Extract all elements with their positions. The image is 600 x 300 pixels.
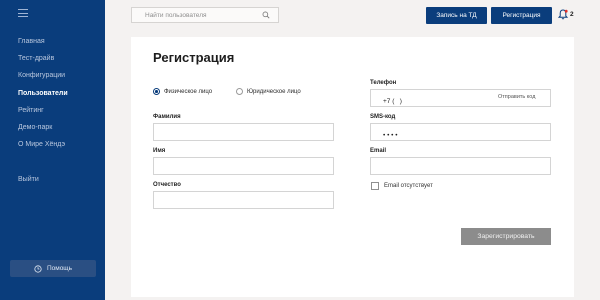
search-box	[131, 7, 279, 23]
send-code-link[interactable]: Отправить код	[498, 94, 535, 100]
sidebar-item-test-drive[interactable]: Тест-драйв	[18, 54, 68, 71]
sidebar-item-about[interactable]: О Мире Хёндэ	[18, 140, 68, 157]
firstname-field[interactable]	[154, 161, 333, 178]
search-icon[interactable]	[262, 11, 270, 19]
phone-label: Телефон	[370, 80, 397, 86]
radio-legal-entity-label: Юридическое лицо	[247, 88, 301, 95]
radio-individual[interactable]: Физическое лицо	[153, 88, 212, 95]
radio-indicator	[153, 88, 160, 95]
sms-code-label: SMS-код	[370, 114, 396, 120]
sidebar: Главная Тест-драйв Конфигурации Пользова…	[0, 0, 105, 300]
email-field[interactable]	[371, 161, 550, 178]
help-label: Помощь	[46, 265, 73, 272]
email-missing-label: Email отсутствует	[384, 183, 433, 189]
registration-button[interactable]: Регистрация	[491, 7, 552, 24]
logout-link[interactable]: Выйти	[18, 176, 39, 183]
middlename-field-box	[153, 191, 334, 212]
help-button[interactable]: Помощь	[10, 260, 96, 277]
sidebar-nav: Главная Тест-драйв Конфигурации Пользова…	[18, 37, 68, 157]
radio-indicator	[236, 88, 243, 95]
hamburger-icon[interactable]	[18, 9, 28, 17]
page-title: Регистрация	[153, 50, 235, 65]
submit-button[interactable]: Зарегистрировать	[461, 228, 551, 245]
test-drive-booking-button[interactable]: Запись на ТД	[426, 7, 487, 24]
radio-individual-label: Физическое лицо	[164, 88, 213, 95]
search-input[interactable]	[145, 8, 255, 22]
sidebar-item-home[interactable]: Главная	[18, 37, 68, 54]
lastname-field[interactable]	[154, 127, 333, 144]
firstname-field-box	[153, 157, 334, 178]
email-missing-checkbox[interactable]	[371, 182, 379, 190]
sidebar-item-configurations[interactable]: Конфигурации	[18, 71, 68, 88]
middlename-label: Отчество	[153, 182, 181, 188]
bell-icon[interactable]	[558, 9, 568, 20]
lastname-label: Фамилия	[153, 114, 181, 120]
notification-count: 2	[570, 11, 574, 18]
firstname-label: Имя	[153, 148, 166, 154]
email-field-box	[370, 157, 551, 178]
sidebar-item-rating[interactable]: Рейтинг	[18, 106, 68, 123]
sidebar-item-users[interactable]: Пользователи	[18, 89, 68, 106]
sidebar-item-demo-park[interactable]: Демо-парк	[18, 123, 68, 140]
middlename-field[interactable]	[154, 195, 333, 212]
lastname-field-box	[153, 123, 334, 144]
clock-icon	[34, 264, 42, 273]
radio-legal-entity[interactable]: Юридическое лицо	[236, 88, 301, 95]
sms-code-field-box	[370, 123, 551, 144]
sms-code-field[interactable]	[371, 127, 550, 144]
email-label: Email	[370, 148, 387, 154]
